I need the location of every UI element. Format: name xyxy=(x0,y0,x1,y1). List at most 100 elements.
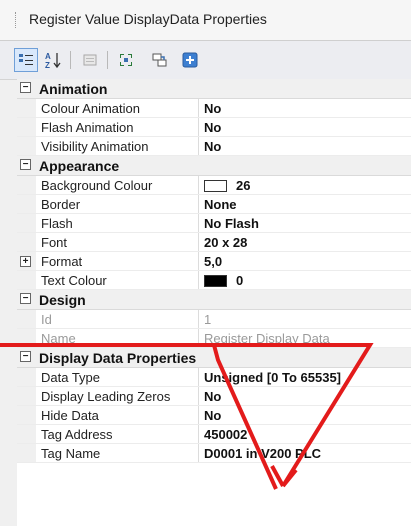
property-value[interactable]: 26 xyxy=(204,176,250,195)
property-name: Data Type xyxy=(41,370,101,385)
row-gutter xyxy=(17,233,36,251)
property-name: Display Leading Zeros xyxy=(41,389,171,404)
property-grid: − Animation Colour Animation No Flash An… xyxy=(17,79,411,526)
collapse-icon[interactable]: − xyxy=(20,159,31,170)
add-icon[interactable] xyxy=(178,48,202,72)
collapse-icon[interactable]: − xyxy=(20,351,31,362)
property-name: Visibility Animation xyxy=(41,139,149,154)
property-row-hide-data[interactable]: Hide Data No xyxy=(17,406,411,425)
property-value[interactable]: No xyxy=(204,137,221,156)
property-value[interactable]: No xyxy=(204,99,221,118)
events-icon[interactable] xyxy=(148,48,172,72)
column-divider xyxy=(198,214,199,232)
property-value[interactable]: 5,0 xyxy=(204,252,222,271)
column-divider xyxy=(198,406,199,424)
row-gutter xyxy=(17,329,36,347)
row-gutter xyxy=(17,137,36,155)
property-row-format[interactable]: + Format 5,0 xyxy=(17,252,411,271)
column-divider xyxy=(198,195,199,213)
column-divider xyxy=(198,387,199,405)
property-value[interactable]: No xyxy=(204,387,221,406)
property-row-id[interactable]: Id 1 xyxy=(17,310,411,329)
property-name: Id xyxy=(41,312,52,327)
property-name: Text Colour xyxy=(41,273,107,288)
collapse-icon[interactable]: − xyxy=(20,293,31,304)
column-divider xyxy=(198,271,199,289)
property-value[interactable]: D0001 in V200 PLC xyxy=(204,444,321,463)
property-name: Flash Animation xyxy=(41,120,134,135)
expand-icon[interactable]: + xyxy=(20,256,31,267)
row-gutter xyxy=(17,99,36,117)
colour-swatch xyxy=(204,274,227,287)
property-value[interactable]: None xyxy=(204,195,237,214)
property-value[interactable]: Unsigned [0 To 65535] xyxy=(204,368,341,387)
window-title-bar: Register Value DisplayData Properties xyxy=(0,0,411,41)
property-row-flash-animation[interactable]: Flash Animation No xyxy=(17,118,411,137)
property-name: Background Colour xyxy=(41,178,153,193)
category-label: Animation xyxy=(39,81,108,97)
property-value: 1 xyxy=(204,312,212,327)
property-row-tag-address[interactable]: Tag Address 450002 xyxy=(17,425,411,444)
window-title: Register Value DisplayData Properties xyxy=(29,11,267,27)
column-divider xyxy=(198,368,199,386)
property-value[interactable]: No Flash xyxy=(204,214,259,233)
property-name: Font xyxy=(41,235,68,250)
property-row-flash[interactable]: Flash No Flash xyxy=(17,214,411,233)
property-row-data-type[interactable]: Data Type Unsigned [0 To 65535] xyxy=(17,368,411,387)
colour-index: 26 xyxy=(236,178,251,193)
property-value[interactable]: No xyxy=(204,118,221,137)
property-row-colour-animation[interactable]: Colour Animation No xyxy=(17,99,411,118)
property-value[interactable]: 0 xyxy=(204,271,243,290)
category-display-data-properties[interactable]: − Display Data Properties xyxy=(17,348,411,368)
category-animation[interactable]: − Animation xyxy=(17,79,411,99)
toolbar-separator xyxy=(70,51,71,69)
category-design[interactable]: − Design xyxy=(17,290,411,310)
row-gutter xyxy=(17,214,36,232)
property-row-background-colour[interactable]: Background Colour 26 xyxy=(17,176,411,195)
categorized-icon[interactable] xyxy=(14,48,38,72)
property-row-display-leading-zeros[interactable]: Display Leading Zeros No xyxy=(17,387,411,406)
property-name: Hide Data xyxy=(41,408,99,423)
property-name: Colour Animation xyxy=(41,101,140,116)
row-gutter xyxy=(17,195,36,213)
category-label: Appearance xyxy=(39,158,120,174)
property-value[interactable]: 20 x 28 xyxy=(204,233,247,252)
property-name: Flash xyxy=(41,216,73,231)
collapse-icon[interactable]: − xyxy=(20,82,31,93)
column-divider xyxy=(198,176,199,194)
property-pages-icon[interactable] xyxy=(78,48,102,72)
row-gutter xyxy=(17,406,36,424)
property-row-font[interactable]: Font 20 x 28 xyxy=(17,233,411,252)
row-gutter xyxy=(17,368,36,386)
column-divider xyxy=(198,329,199,347)
column-divider xyxy=(198,233,199,251)
column-divider xyxy=(198,425,199,443)
toolbar-separator xyxy=(107,51,108,69)
property-row-visibility-animation[interactable]: Visibility Animation No xyxy=(17,137,411,156)
expand-all-icon[interactable] xyxy=(114,48,138,72)
property-value[interactable]: 450002 xyxy=(204,425,247,444)
column-divider xyxy=(198,252,199,270)
property-name: Tag Name xyxy=(41,446,101,461)
property-grid-toolbar: AZ xyxy=(0,41,411,80)
alphabetical-icon[interactable]: AZ xyxy=(41,48,65,72)
column-divider xyxy=(198,118,199,136)
row-gutter xyxy=(17,425,36,443)
property-row-text-colour[interactable]: Text Colour 0 xyxy=(17,271,411,290)
category-appearance[interactable]: − Appearance xyxy=(17,156,411,176)
property-value[interactable]: No xyxy=(204,406,221,425)
property-name: Tag Address xyxy=(41,427,113,442)
category-label: Design xyxy=(39,292,86,308)
row-gutter xyxy=(17,118,36,136)
property-row-tag-name[interactable]: Tag Name D0001 in V200 PLC xyxy=(17,444,411,463)
column-divider xyxy=(198,444,199,462)
property-value: Register Display Data xyxy=(204,331,330,346)
property-name: Border xyxy=(41,197,81,212)
drag-grip-icon[interactable] xyxy=(15,12,18,28)
property-row-border[interactable]: Border None xyxy=(17,195,411,214)
category-label: Display Data Properties xyxy=(39,350,197,366)
property-row-name[interactable]: Name Register Display Data xyxy=(17,329,411,348)
column-divider xyxy=(198,99,199,117)
row-gutter xyxy=(17,444,36,462)
row-gutter xyxy=(17,271,36,289)
